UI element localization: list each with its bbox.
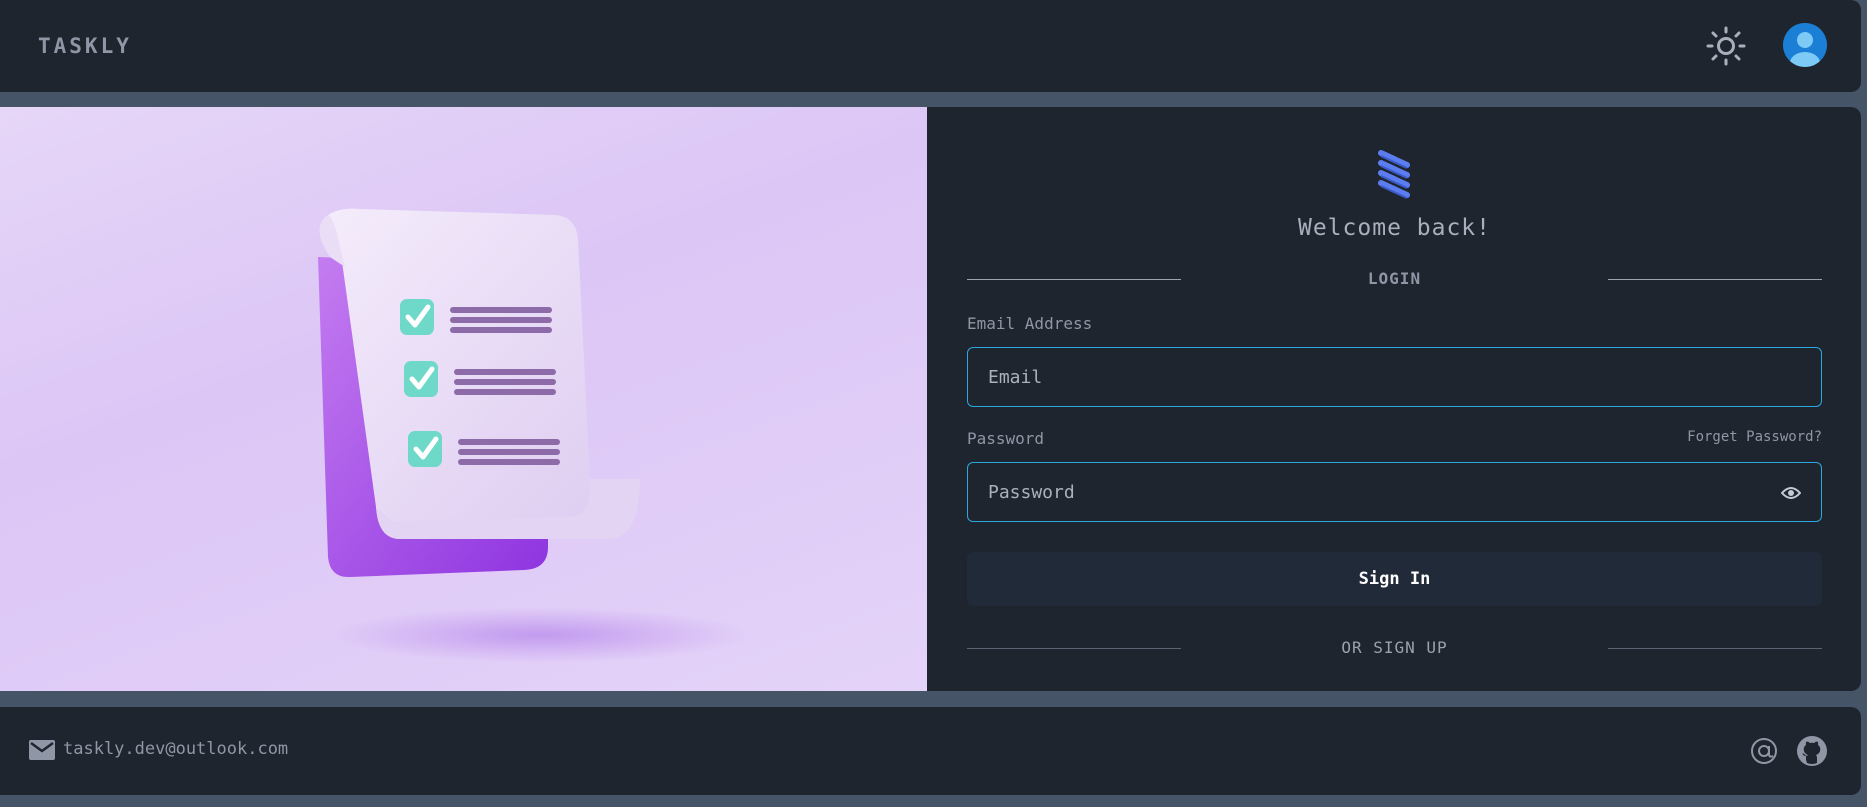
email-field[interactable]: Email [967, 347, 1822, 407]
checklist-illustration [0, 107, 927, 691]
sun-icon[interactable] [1706, 26, 1746, 66]
email-placeholder: Email [988, 367, 1043, 388]
contact-email[interactable]: tasklу.dev@outlook.com [63, 739, 288, 759]
password-label: Password [967, 429, 1045, 448]
top-navbar: TASKLY [0, 0, 1861, 92]
eye-icon[interactable] [1780, 485, 1802, 499]
taskly-logo-icon [1375, 147, 1415, 199]
password-field[interactable]: Password [967, 462, 1822, 522]
email-label: Email Address [967, 314, 1093, 333]
forgot-password-link[interactable]: Forget Password? [1687, 429, 1822, 445]
divider-line-right [1608, 279, 1822, 280]
footer: tasklу.dev@outlook.com [0, 707, 1861, 795]
password-placeholder: Password [988, 482, 1075, 503]
login-card: Welcome back! LOGIN Email Address Email … [0, 107, 1861, 691]
mail-icon [29, 740, 55, 760]
welcome-heading: Welcome back! [1297, 215, 1491, 241]
login-divider: LOGIN [967, 269, 1822, 289]
divider-line-right [1608, 648, 1822, 649]
github-icon[interactable] [1796, 735, 1828, 767]
login-form: Welcome back! LOGIN Email Address Email … [967, 107, 1822, 691]
at-icon[interactable] [1750, 737, 1778, 765]
signup-divider: OR SIGN UP [967, 638, 1822, 658]
sign-in-button[interactable]: Sign In [967, 552, 1822, 606]
brand-logo-text[interactable]: TASKLY [38, 34, 132, 58]
user-avatar-icon[interactable] [1783, 23, 1827, 67]
